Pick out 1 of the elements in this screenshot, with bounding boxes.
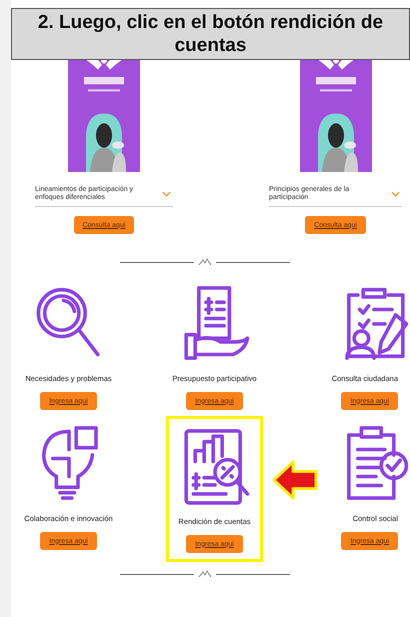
- step-banner: 2. Luego, clic en el botón rendición de cuentas: [11, 8, 410, 60]
